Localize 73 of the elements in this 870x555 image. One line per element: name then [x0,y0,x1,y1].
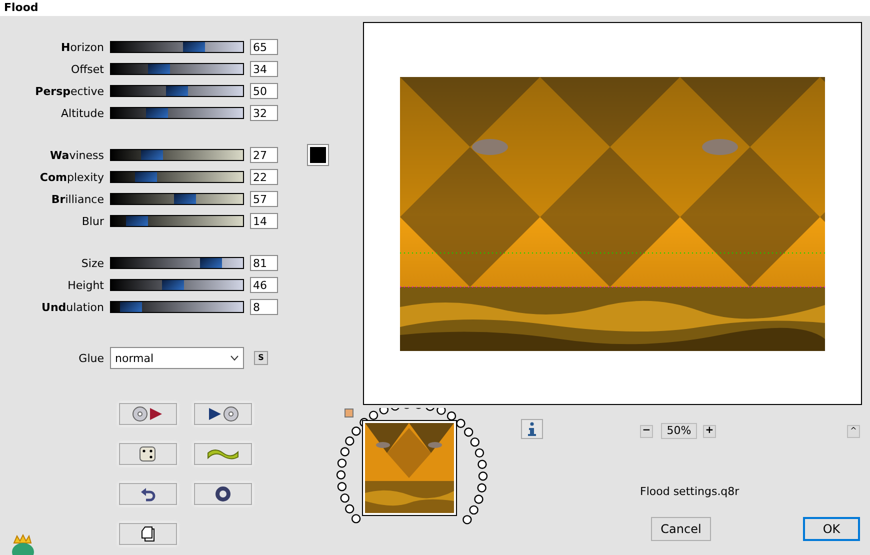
slider-thumb[interactable] [162,280,184,290]
chevron-down-icon [230,355,239,361]
glue-dropdown[interactable]: normal [110,347,244,369]
value-field[interactable]: 14 [250,213,278,229]
value-field[interactable]: 57 [250,191,278,207]
ring-icon [215,486,231,502]
window-title: Flood [0,0,870,16]
value-field[interactable]: 65 [250,39,278,55]
slider-track[interactable] [110,41,244,53]
load-preset-button[interactable] [119,403,177,425]
ring-button[interactable] [194,483,252,505]
slider-track[interactable] [110,63,244,75]
reset-button[interactable] [119,483,177,505]
color-swatch[interactable] [308,145,328,165]
slider-track[interactable] [110,215,244,227]
slider-track[interactable] [110,257,244,269]
slider-thumb[interactable] [182,42,204,52]
slider-track[interactable] [110,301,244,313]
slider-label: Brilliance [50,192,105,206]
value-field[interactable]: 46 [250,277,278,293]
slider-label: Complexity [38,170,105,184]
wave-button[interactable] [194,443,252,465]
slider-label: Undulation [40,300,105,314]
slider-label: Height [66,278,105,292]
slider-track[interactable] [110,279,244,291]
slider-thumb[interactable] [200,258,222,268]
value-field[interactable]: 34 [250,61,278,77]
wave-icon [207,447,239,461]
copy-button[interactable] [119,523,177,545]
zoom-out-button[interactable]: − [640,424,653,438]
slider-thumb[interactable] [126,216,148,226]
slider-track[interactable] [110,171,244,183]
zoom-in-button[interactable]: + [703,424,716,438]
slider-thumb[interactable] [140,150,163,160]
save-preset-button[interactable] [194,403,252,425]
disc-arrow-icon [132,406,164,422]
collapse-button[interactable]: ^ [847,424,860,438]
value-field[interactable]: 8 [250,299,278,315]
slider-thumb[interactable] [148,64,170,74]
slider-thumb[interactable] [120,302,142,312]
zoom-level: 50% [661,423,697,439]
ok-button[interactable]: OK [803,517,860,541]
slider-thumb[interactable] [166,86,188,96]
slider-thumb[interactable] [146,108,168,118]
slider-label: Size [80,256,105,270]
slider-label: Horizon [60,40,105,54]
slider-track[interactable] [110,85,244,97]
slider-label: Altitude [60,106,105,120]
info-button[interactable] [521,419,543,439]
random-button[interactable] [119,443,177,465]
cancel-button[interactable]: Cancel [651,517,711,541]
undo-icon [140,486,156,502]
value-field[interactable]: 32 [250,105,278,121]
slider-label: Waviness [49,148,105,162]
slider-thumb[interactable] [174,194,196,204]
slider-label: Blur [80,214,105,228]
glue-option-button[interactable]: S [254,351,268,365]
slider-track[interactable] [110,149,244,161]
settings-filename: Flood settings.q8r [640,485,740,498]
glue-label: Glue [78,352,105,364]
arrow-disc-icon [207,406,239,422]
slider-label: Perspective [34,84,105,98]
pages-icon [141,526,155,542]
value-field[interactable]: 50 [250,83,278,99]
value-field[interactable]: 22 [250,169,278,185]
dice-icon [139,446,157,462]
value-field[interactable]: 27 [250,147,278,163]
slider-track[interactable] [110,193,244,205]
value-field[interactable]: 81 [250,255,278,271]
info-icon [528,422,536,436]
slider-track[interactable] [110,107,244,119]
slider-thumb[interactable] [135,172,158,182]
slider-label: Offset [70,62,105,76]
